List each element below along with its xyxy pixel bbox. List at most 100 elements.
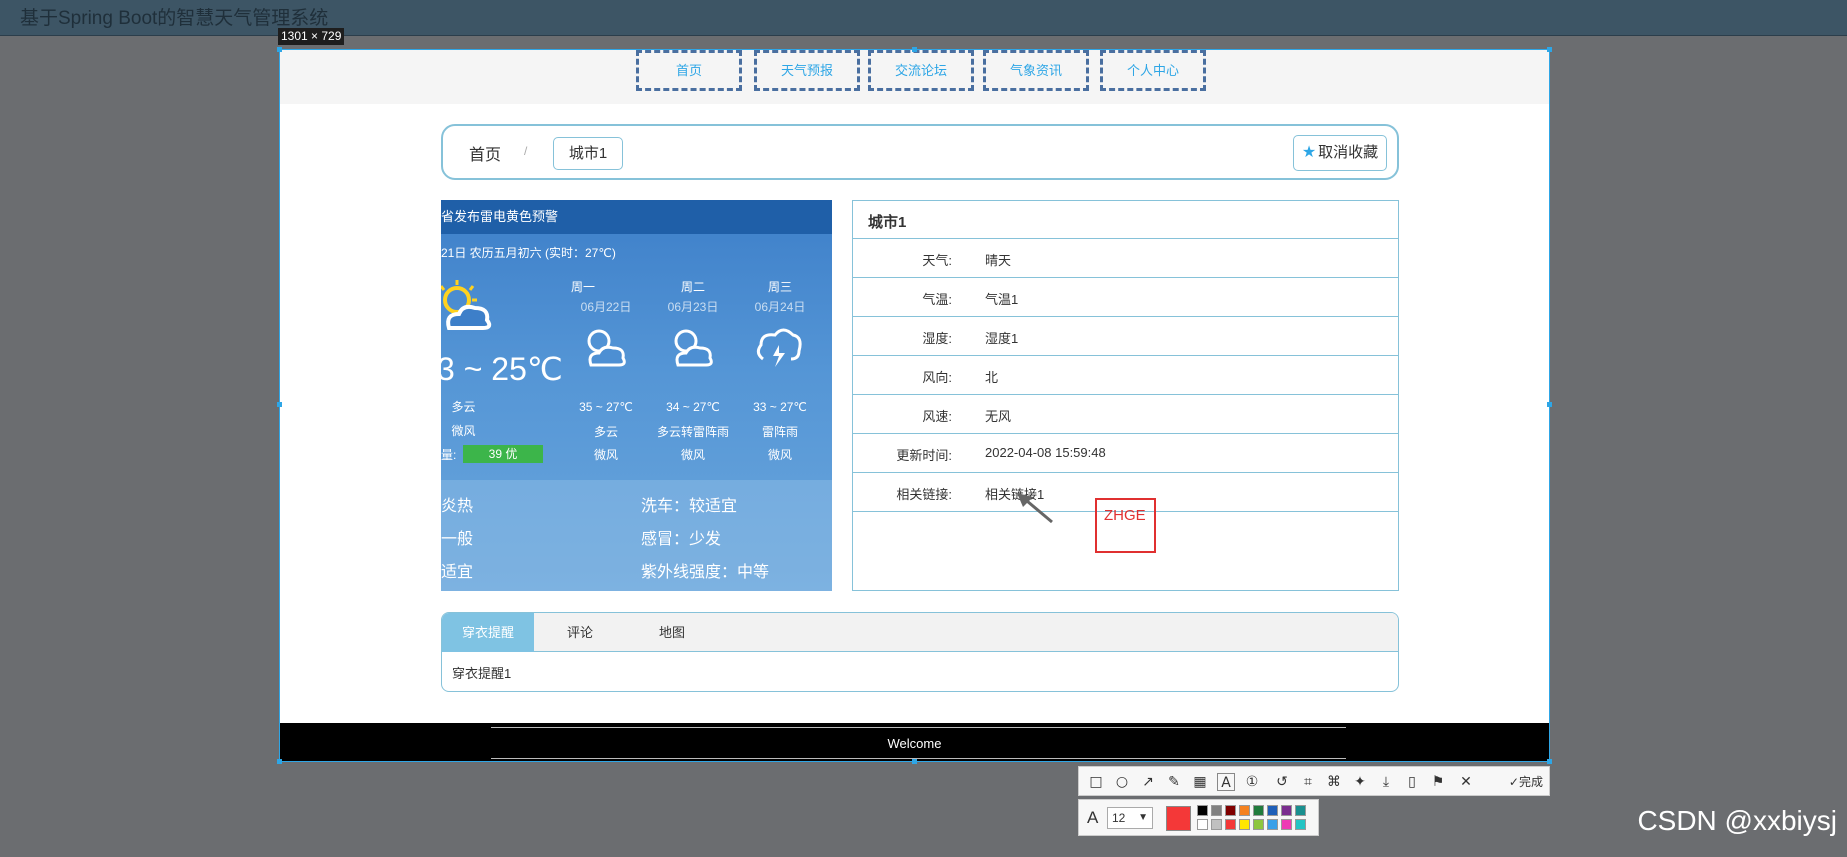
aqi-badge: 39 优: [463, 445, 543, 463]
resize-handle[interactable]: [277, 759, 282, 764]
footer-divider: [491, 727, 1346, 728]
life-index-item: 一般: [441, 531, 474, 548]
text-annotation-box[interactable]: ZHGE: [1095, 498, 1156, 553]
partly-cloudy-icon: [666, 323, 716, 374]
info-label: 更新时间:: [896, 448, 952, 463]
resize-handle[interactable]: [912, 47, 917, 52]
nav-item-profile[interactable]: 个人中心: [1100, 50, 1206, 91]
check-icon: ✓: [1508, 775, 1519, 789]
tab-map[interactable]: 地图: [626, 613, 718, 652]
nav-item-news[interactable]: 气象资讯: [983, 50, 1089, 91]
color-swatch[interactable]: [1225, 819, 1236, 830]
detail-tabs: 穿衣提醒 评论 地图 穿衣提醒1: [441, 612, 1399, 692]
color-swatch[interactable]: [1253, 819, 1264, 830]
forecast-day: 周三: [767, 280, 792, 294]
nav-item-forecast[interactable]: 天气预报: [754, 50, 860, 91]
forecast-temp: 34 ~ 27℃: [666, 400, 720, 414]
nav-item-home[interactable]: 首页: [636, 50, 742, 91]
info-row: 风速: 无风: [853, 395, 1398, 434]
star-icon: ★: [1301, 144, 1317, 161]
info-value: 无风: [985, 409, 1012, 424]
color-swatch[interactable]: [1211, 819, 1222, 830]
forecast-date: 06月23日: [667, 300, 719, 314]
color-swatch[interactable]: [1225, 805, 1236, 816]
resize-handle[interactable]: [1547, 402, 1552, 407]
color-swatch[interactable]: [1197, 819, 1208, 830]
font-size-select[interactable]: 12 ▼: [1107, 807, 1153, 829]
ocr-icon[interactable]: ⌗: [1299, 773, 1317, 791]
color-swatch[interactable]: [1267, 819, 1278, 830]
capture-size-label: 1301 × 729: [278, 28, 345, 45]
today-wind: 微风: [451, 424, 476, 438]
translate-icon[interactable]: ⌘: [1325, 773, 1343, 791]
info-row: 更新时间: 2022-04-08 15:59:48: [853, 434, 1398, 473]
resize-handle[interactable]: [1547, 47, 1552, 52]
pin-icon[interactable]: ✦: [1351, 773, 1369, 791]
download-icon[interactable]: ⤓: [1377, 773, 1395, 791]
footer-divider: [491, 758, 1346, 759]
breadcrumb-home[interactable]: 首页: [469, 141, 501, 165]
resize-handle[interactable]: [277, 47, 282, 52]
life-index-item: 洗车：较适宜: [641, 498, 738, 515]
done-button[interactable]: ✓完成: [1509, 773, 1543, 791]
info-value: 气温1: [985, 292, 1019, 307]
info-label: 湿度:: [922, 331, 952, 346]
nav-item-forum[interactable]: 交流论坛: [868, 50, 974, 91]
color-swatch[interactable]: [1239, 819, 1250, 830]
today-condition: 多云: [451, 400, 476, 414]
current-color-swatch[interactable]: [1166, 806, 1191, 831]
info-value: 晴天: [985, 253, 1012, 268]
pencil-icon[interactable]: ✎: [1165, 773, 1183, 791]
warning-banner: 省发布雷电黄色预警: [441, 200, 832, 234]
color-swatch[interactable]: [1239, 805, 1250, 816]
forecast-condition: 雷阵雨: [761, 425, 798, 439]
life-index-item: 炎热: [441, 498, 474, 515]
save-icon[interactable]: ▯: [1403, 773, 1421, 791]
undo-icon[interactable]: ↺: [1273, 773, 1291, 791]
city-info-title: 城市1: [853, 201, 1398, 239]
color-swatch[interactable]: [1211, 805, 1222, 816]
forecast-condition: 多云转雷阵雨: [656, 425, 729, 439]
mosaic-icon[interactable]: ▦: [1191, 773, 1209, 791]
color-swatch[interactable]: [1295, 805, 1306, 816]
unfavorite-button[interactable]: ★ 取消收藏: [1293, 135, 1387, 171]
arrow-icon[interactable]: ↗: [1139, 773, 1157, 791]
info-row: 湿度: 湿度1: [853, 317, 1398, 356]
resize-handle[interactable]: [912, 759, 917, 764]
rectangle-icon[interactable]: □: [1087, 773, 1105, 791]
color-swatch[interactable]: [1281, 805, 1292, 816]
tab-content: 穿衣提醒1: [452, 666, 512, 681]
partly-sunny-icon: [441, 278, 495, 343]
color-swatch[interactable]: [1281, 819, 1292, 830]
color-swatch[interactable]: [1295, 819, 1306, 830]
forecast-date: 06月22日: [580, 300, 632, 314]
info-label: 相关链接:: [896, 487, 952, 502]
serial-number-icon[interactable]: ①: [1243, 773, 1261, 791]
color-swatch[interactable]: [1267, 805, 1278, 816]
resize-handle[interactable]: [277, 402, 282, 407]
ellipse-icon[interactable]: ○: [1113, 773, 1131, 791]
chevron-down-icon: ▼: [1138, 812, 1148, 823]
info-row: 气温: 气温1: [853, 278, 1398, 317]
life-index-item: 感冒：少发: [641, 531, 722, 548]
tab-dressing[interactable]: 穿衣提醒: [442, 613, 534, 652]
date-line: 21日 农历五月初六 (实时：27℃): [441, 246, 616, 260]
life-index-panel: 炎热 一般 适宜 洗车：较适宜 感冒：少发 紫外线强度：中等: [441, 480, 832, 591]
today-temperature: 3 ~ 25℃: [441, 351, 563, 387]
capture-selection[interactable]: 首页 天气预报 交流论坛 气象资讯 个人中心 首页 / 城市1 ★ 取消收藏 省发…: [279, 49, 1550, 762]
info-label: 风速:: [922, 409, 952, 424]
text-icon[interactable]: A: [1217, 773, 1235, 791]
text-annotation[interactable]: ZHGE: [1104, 507, 1146, 524]
forecast-wind: 微风: [593, 448, 618, 462]
tab-comments[interactable]: 评论: [534, 613, 626, 652]
forecast-date: 06月24日: [754, 300, 806, 314]
color-swatch[interactable]: [1253, 805, 1264, 816]
done-label: 完成: [1518, 775, 1543, 789]
breadcrumb-current[interactable]: 城市1: [553, 137, 623, 170]
close-icon[interactable]: ✕: [1457, 773, 1475, 791]
resize-handle[interactable]: [1547, 759, 1552, 764]
color-swatch[interactable]: [1197, 805, 1208, 816]
aqi-label: 量:: [441, 448, 457, 462]
bookmark-icon[interactable]: ⚑: [1429, 773, 1447, 791]
thunderstorm-icon: [753, 323, 803, 374]
